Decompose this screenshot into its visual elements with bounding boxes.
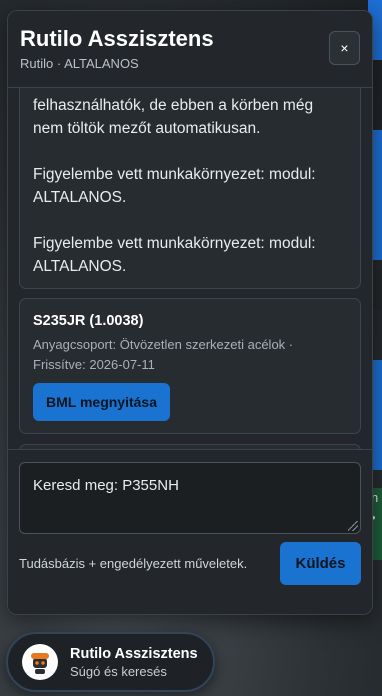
launcher-text: Rutilo Asszisztens Súgó és keresés	[70, 646, 198, 679]
close-icon: ×	[340, 40, 349, 56]
avatar	[22, 644, 58, 680]
composer-hint: Tudásbázis + engedélyezett műveletek.	[19, 556, 248, 571]
message-paragraph: felhasználhatók, de ebben a körben még n…	[33, 97, 314, 137]
robot-avatar-icon	[26, 648, 54, 676]
launcher-title: Rutilo Asszisztens	[70, 645, 198, 662]
message-input[interactable]: Keresd meg: P355NH	[19, 462, 361, 534]
panel-title: Rutilo Asszisztens	[20, 26, 214, 51]
message-list[interactable]: felhasználhatók, de ebben a körben még n…	[8, 88, 372, 449]
send-button[interactable]: Küldés	[280, 542, 361, 585]
context-paragraph: Figyelembe vett munkakörnyezet: modul: A…	[33, 235, 316, 275]
composer: Keresd meg: P355NH Tudásbázis + engedély…	[8, 449, 372, 614]
result-card: S235JR (1.0038) Anyagcsoport: Ötvözetlen…	[19, 298, 361, 434]
result-card	[19, 444, 361, 449]
context-paragraph: Figyelembe vett munkakörnyezet: modul: A…	[33, 166, 316, 206]
open-bml-button[interactable]: BML megnyitása	[33, 383, 170, 421]
message-input-value: Keresd meg: P355NH	[33, 477, 179, 494]
panel-subtitle: Rutilo · ALTALANOS	[20, 56, 139, 71]
panel-header: Rutilo Asszisztens Rutilo · ALTALANOS ×	[8, 11, 372, 88]
result-meta: Anyagcsoport: Ötvözetlen szerkezeti acél…	[33, 337, 294, 372]
composer-footer: Tudásbázis + engedélyezett műveletek. Kü…	[19, 542, 361, 585]
result-title: S235JR (1.0038)	[33, 313, 144, 329]
assistant-message: felhasználhatók, de ebben a körben még n…	[19, 88, 361, 289]
launcher-subtitle: Súgó és keresés	[70, 663, 167, 679]
assistant-launcher[interactable]: Rutilo Asszisztens Súgó és keresés	[6, 632, 215, 692]
resize-handle-icon[interactable]	[348, 521, 358, 531]
assistant-panel: Rutilo Asszisztens Rutilo · ALTALANOS × …	[7, 10, 373, 615]
close-button[interactable]: ×	[329, 31, 360, 65]
